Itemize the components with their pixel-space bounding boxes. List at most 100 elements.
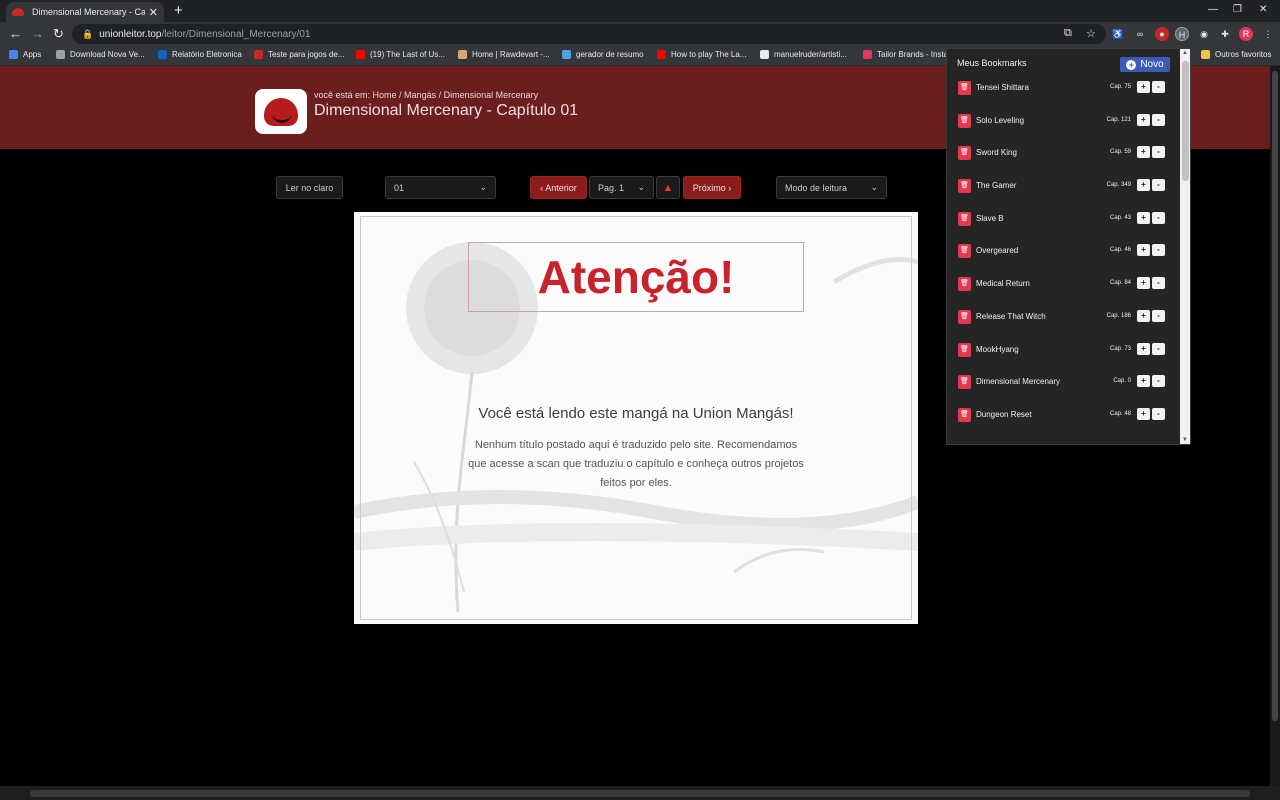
trash-icon[interactable]: 🗑 xyxy=(958,309,971,324)
increment-button[interactable]: + xyxy=(1137,179,1150,192)
other-bookmarks-folder[interactable]: Outros favoritos xyxy=(1201,50,1271,59)
increment-button[interactable]: + xyxy=(1137,375,1150,388)
chapter-count: Cap. 0 xyxy=(1113,378,1131,385)
increment-button[interactable]: + xyxy=(1137,211,1150,224)
decrement-button[interactable]: - xyxy=(1152,113,1165,126)
bookmark-title[interactable]: Release That Witch xyxy=(976,312,1046,321)
scroll-thumb[interactable] xyxy=(1182,61,1189,181)
increment-button[interactable]: + xyxy=(1137,342,1150,355)
bookmark-item[interactable]: Teste para jogos de... xyxy=(254,50,345,59)
bookmark-title[interactable]: MookHyang xyxy=(976,345,1019,354)
report-warning-button[interactable]: ▲ xyxy=(656,176,680,199)
popup-scrollbar[interactable]: ▲ ▼ xyxy=(1180,49,1190,444)
trash-icon[interactable]: 🗑 xyxy=(958,113,971,128)
decrement-button[interactable]: - xyxy=(1152,146,1165,159)
previous-button[interactable]: ‹ Anterior xyxy=(530,176,587,199)
trash-icon[interactable]: 🗑 xyxy=(958,244,971,259)
menu-kebab-icon[interactable]: ⋮ xyxy=(1261,27,1275,41)
trash-icon[interactable]: 🗑 xyxy=(958,375,971,390)
youtube-icon xyxy=(356,50,365,59)
reading-mode-select[interactable]: Modo de leitura ⌄ xyxy=(776,176,887,199)
bookmark-apps[interactable]: Apps xyxy=(9,50,41,59)
scroll-up-icon[interactable]: ▲ xyxy=(1182,50,1188,56)
bookmark-title[interactable]: Medical Return xyxy=(976,279,1030,288)
bookmark-title[interactable]: The Gamer xyxy=(976,181,1016,190)
bookmark-item[interactable]: Home | Rawdevart -... xyxy=(458,50,550,59)
trash-icon[interactable]: 🗑 xyxy=(958,81,971,95)
bookmark-item[interactable]: How to play The La... xyxy=(657,50,746,59)
bookmarks-popup: Meus Bookmarks + Novo 🗑 Tensei Shittara Ca… xyxy=(946,48,1191,445)
chapter-count: Cap. 46 xyxy=(1109,247,1131,254)
bookmark-star-icon[interactable]: ☆ xyxy=(1086,27,1096,40)
new-tab-button[interactable]: + xyxy=(174,3,183,19)
bookmark-item[interactable]: Download Nova Ve... xyxy=(56,50,145,59)
trash-icon[interactable]: 🗑 xyxy=(958,211,971,226)
trash-icon[interactable]: 🗑 xyxy=(958,407,971,422)
increment-button[interactable]: + xyxy=(1137,81,1150,93)
page-select[interactable]: Pag. 1 ⌄ xyxy=(589,176,654,199)
back-icon[interactable]: ← xyxy=(9,26,22,41)
tab-close-icon[interactable]: ✕ xyxy=(149,6,158,19)
site-logo[interactable] xyxy=(255,89,307,134)
extension-h-icon[interactable]: H xyxy=(1175,27,1189,41)
bookmark-item[interactable]: gerador de resumo xyxy=(562,50,644,59)
chapter-select[interactable]: 01 ⌄ xyxy=(385,176,496,199)
decrement-button[interactable]: - xyxy=(1152,277,1165,290)
extension-1-icon[interactable]: ♿ xyxy=(1111,27,1125,41)
trash-icon[interactable]: 🗑 xyxy=(958,277,971,292)
increment-button[interactable]: + xyxy=(1137,146,1150,159)
tab-title: Dimensional Mercenary - Capítul xyxy=(32,7,145,17)
bookmark-title[interactable]: Dimensional Mercenary xyxy=(976,377,1060,386)
decrement-button[interactable]: - xyxy=(1152,81,1165,93)
trash-icon[interactable]: 🗑 xyxy=(958,342,971,357)
extension-2-icon[interactable]: ∞ xyxy=(1133,27,1147,41)
bookmark-title[interactable]: Solo Leveling xyxy=(976,116,1024,125)
decrement-button[interactable]: - xyxy=(1152,407,1165,420)
reload-icon[interactable]: ↻ xyxy=(53,26,64,42)
horizontal-scrollbar[interactable] xyxy=(0,786,1280,800)
browser-tab[interactable]: Dimensional Mercenary - Capítul ✕ xyxy=(6,2,164,22)
extensions-puzzle-icon[interactable]: ✚ xyxy=(1218,27,1232,41)
scroll-down-icon[interactable]: ▼ xyxy=(1182,437,1188,443)
translate-icon[interactable]: ⧉ xyxy=(1064,27,1072,40)
bookmark-item[interactable]: (19) The Last of Us... xyxy=(356,50,445,59)
increment-button[interactable]: + xyxy=(1137,277,1150,290)
bookmark-item[interactable]: Relatório Eletronica xyxy=(158,50,242,59)
new-bookmark-button[interactable]: + Novo xyxy=(1120,57,1170,72)
trash-icon[interactable]: 🗑 xyxy=(958,146,971,161)
light-mode-button[interactable]: Ler no claro xyxy=(276,176,343,199)
bookmark-item[interactable]: Tailor Brands - Insta... xyxy=(863,50,955,59)
increment-button[interactable]: + xyxy=(1137,244,1150,257)
decrement-button[interactable]: - xyxy=(1152,244,1165,257)
bookmark-item[interactable]: manuelruder/artisti... xyxy=(760,50,847,59)
bookmark-title[interactable]: Tensei Shittara xyxy=(976,83,1029,92)
decrement-button[interactable]: - xyxy=(1152,375,1165,388)
forward-icon[interactable]: → xyxy=(31,26,44,41)
increment-button[interactable]: + xyxy=(1137,113,1150,126)
breadcrumb-links[interactable]: Home / Mangás / Dimensional Mercenary xyxy=(373,90,539,100)
chapter-count: Cap. 121 xyxy=(1106,116,1131,123)
decrement-button[interactable]: - xyxy=(1152,309,1165,322)
decrement-button[interactable]: - xyxy=(1152,342,1165,355)
scroll-thumb[interactable] xyxy=(30,790,1250,797)
bookmark-title[interactable]: Sword King xyxy=(976,148,1017,157)
union-extension-icon[interactable]: ● xyxy=(1155,27,1169,41)
increment-button[interactable]: + xyxy=(1137,407,1150,420)
page-scrollbar[interactable] xyxy=(1270,66,1280,786)
address-bar[interactable]: 🔒 unionleitor.top /leitor/Dimensional_Me… xyxy=(72,24,1106,44)
bookmark-title[interactable]: Dungeon Reset xyxy=(976,410,1032,419)
attention-banner: Atenção! xyxy=(468,242,804,312)
next-button[interactable]: Próximo › xyxy=(683,176,741,199)
increment-button[interactable]: + xyxy=(1137,309,1150,322)
decrement-button[interactable]: - xyxy=(1152,211,1165,224)
extension-eye-icon[interactable]: ◉ xyxy=(1197,27,1211,41)
close-window-icon[interactable]: ✕ xyxy=(1259,4,1267,15)
restore-icon[interactable]: ❐ xyxy=(1233,4,1242,15)
decrement-button[interactable]: - xyxy=(1152,179,1165,192)
trash-icon[interactable]: 🗑 xyxy=(958,179,971,194)
bookmark-title[interactable]: Slave B xyxy=(976,214,1004,223)
profile-avatar[interactable]: R xyxy=(1239,27,1253,41)
scroll-thumb[interactable] xyxy=(1272,71,1278,721)
minimize-icon[interactable]: — xyxy=(1208,4,1218,15)
bookmark-title[interactable]: Overgeared xyxy=(976,246,1018,255)
